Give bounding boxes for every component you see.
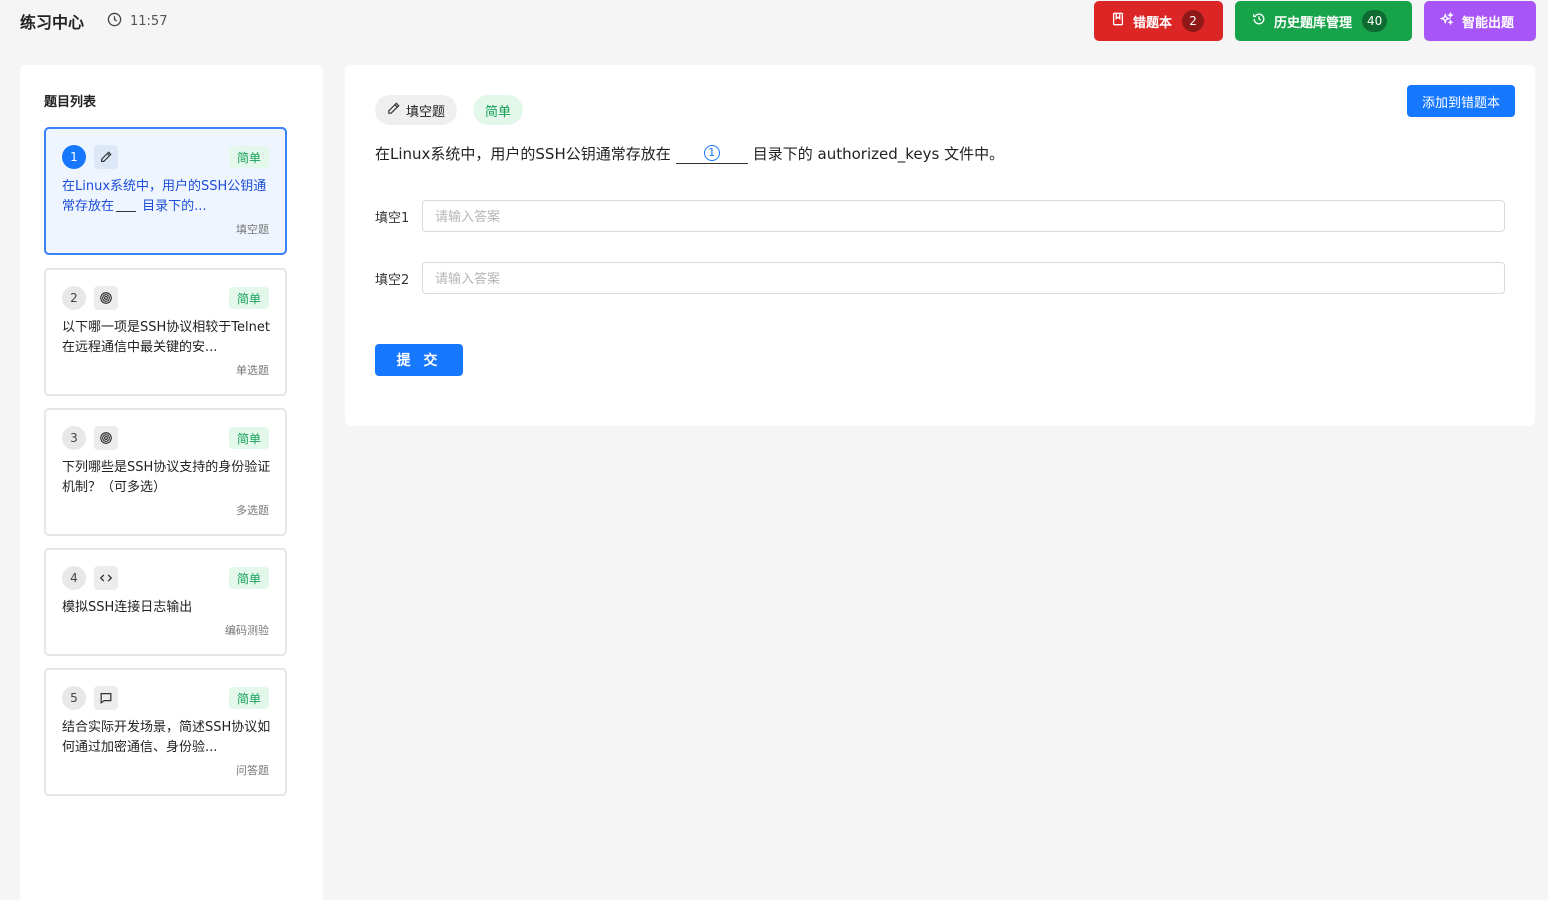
wrong-book-label: 错题本 [1133,15,1173,31]
history-bank-label: 历史题库管理 [1274,15,1353,31]
wrong-book-button[interactable]: 错题本 2 [1094,1,1223,41]
question-preview: 以下哪一项是SSH协议相较于Telnet在远程通信中最关键的安... [62,320,270,355]
question-number: 2 [62,286,86,310]
page-title: 练习中心 [20,13,85,32]
question-list-item-1[interactable]: 1 简单 在Linux系统中，用户的SSH公钥通常存放在 目录下的... 填空题 [44,127,287,255]
target-icon [94,286,118,310]
blank-2-row: 填空2 [375,262,1505,294]
top-bar: 练习中心 11:57 错题本 2 历史题库管理 40 智能出题 [0,0,1548,42]
question-preview: 下列哪些是SSH协议支持的身份验证机制？（可多选） [62,460,271,495]
code-icon [94,566,118,590]
question-number: 5 [62,686,86,710]
question-detail-panel: 填空题 简单 添加到错题本 在Linux系统中，用户的SSH公钥通常存放在 1 … [345,65,1535,426]
clock-time: 11:57 [130,14,168,29]
question-type-text: 填空题 [406,104,446,120]
difficulty-badge: 简单 [228,687,269,709]
submit-button[interactable]: 提 交 [375,344,463,376]
difficulty-tag: 简单 [473,95,524,125]
question-type-label: 单选题 [236,364,269,377]
question-list-item-5[interactable]: 5 简单 结合实际开发场景，简述SSH协议如何通过加密通信、身份验... 问答题 [44,668,287,796]
question-number: 4 [62,566,86,590]
blank-2-label: 填空2 [375,272,410,288]
add-to-wrong-book-button[interactable]: 添加到错题本 [1406,85,1515,117]
blank-1-label: 填空1 [375,210,410,226]
clock: 11:57 [107,12,167,31]
history-bank-count-badge: 40 [1362,10,1388,32]
blank-marker: 1 [703,144,720,161]
clock-icon [107,12,122,31]
blank-1-input[interactable] [422,200,1505,232]
question-type-tag: 填空题 [375,95,458,125]
difficulty-badge: 简单 [228,567,269,589]
history-icon [1252,12,1266,30]
difficulty-badge: 简单 [228,427,269,449]
blank-slot: 1 [675,142,748,164]
question-list-item-4[interactable]: 4 简单 模拟SSH连接日志输出 编码测验 [44,548,287,656]
bookmark-icon [1111,12,1125,30]
question-type-label: 多选题 [236,504,269,517]
smart-generate-label: 智能出题 [1462,15,1515,31]
pencil-icon [386,101,401,120]
blank-2-input[interactable] [422,262,1505,294]
question-type-label: 编码测验 [225,624,269,637]
question-preview: 在Linux系统中，用户的SSH公钥通常存放在 目录下的... [62,179,267,214]
smart-generate-button[interactable]: 智能出题 [1424,1,1536,41]
question-preview: 结合实际开发场景，简述SSH协议如何通过加密通信、身份验... [62,720,271,755]
question-list-title: 题目列表 [44,95,97,110]
blank-1-row: 填空1 [375,200,1505,232]
question-number: 3 [62,426,86,450]
question-type-label: 问答题 [236,764,269,777]
difficulty-badge: 简单 [228,287,269,309]
chat-icon [94,686,118,710]
history-bank-button[interactable]: 历史题库管理 40 [1235,1,1412,41]
pencil-icon [94,145,118,169]
question-preview: 模拟SSH连接日志输出 [62,600,193,615]
wrong-book-count-badge: 2 [1182,10,1205,32]
difficulty-badge: 简单 [228,146,269,168]
question-list-panel: 题目列表 1 简单 在Linux系统中，用户的SSH公钥通常存放在 目录下的..… [20,65,323,900]
question-text: 在Linux系统中，用户的SSH公钥通常存放在 1 目录下的 authorize… [375,142,1004,164]
question-number: 1 [62,145,86,169]
sparkles-icon [1439,11,1454,30]
question-list-item-2[interactable]: 2 简单 以下哪一项是SSH协议相较于Telnet在远程通信中最关键的安... … [44,268,287,396]
target-icon [94,426,118,450]
question-list-item-3[interactable]: 3 简单 下列哪些是SSH协议支持的身份验证机制？（可多选） 多选题 [44,408,287,536]
question-type-label: 填空题 [236,223,269,236]
